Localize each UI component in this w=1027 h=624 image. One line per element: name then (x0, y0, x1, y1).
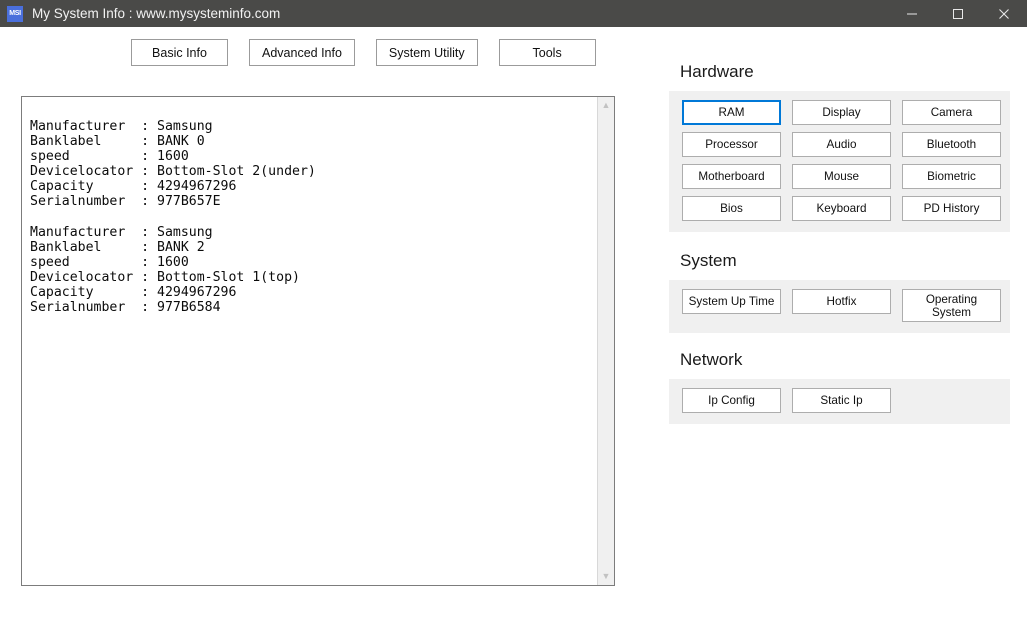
section-system-body: System Up Time Hotfix Operating System (669, 280, 1010, 333)
button-hotfix[interactable]: Hotfix (792, 289, 891, 314)
button-camera[interactable]: Camera (902, 100, 1001, 125)
category-panel: Hardware RAM Display Camera Processor Audio Bl… (669, 62, 1010, 424)
section-hardware-title: Hardware (680, 62, 754, 81)
button-display[interactable]: Display (792, 100, 891, 125)
window-titlebar: MSI My System Info : www.mysysteminfo.co… (0, 0, 1027, 27)
tab-advanced-info[interactable]: Advanced Info (249, 39, 355, 66)
button-bios[interactable]: Bios (682, 196, 781, 221)
button-ip-config[interactable]: Ip Config (682, 388, 781, 413)
tab-system-utility[interactable]: System Utility (375, 39, 478, 66)
maximize-button[interactable] (935, 0, 981, 27)
window-controls (889, 0, 1027, 27)
minimize-button[interactable] (889, 0, 935, 27)
app-icon: MSI (7, 5, 23, 22)
section-hardware-body: RAM Display Camera Processor Audio Bluetooth M… (669, 91, 1010, 232)
button-system-up-time[interactable]: System Up Time (682, 289, 781, 314)
scroll-down-arrow-icon[interactable]: ▼ (598, 568, 615, 585)
close-button[interactable] (981, 0, 1027, 27)
button-keyboard[interactable]: Keyboard (792, 196, 891, 221)
section-system-title: System (680, 251, 737, 270)
info-output-panel: Manufacturer : Samsung Banklabel : BANK … (21, 96, 615, 586)
button-ram[interactable]: RAM (682, 100, 781, 125)
section-network-body: Ip Config Static Ip (669, 379, 1010, 424)
top-navigation-bar: Basic Info Advanced Info System Utility Too… (131, 39, 596, 66)
scrollbar-track[interactable] (598, 114, 614, 568)
button-processor[interactable]: Processor (682, 132, 781, 157)
button-biometric[interactable]: Biometric (902, 164, 1001, 189)
button-pd-history[interactable]: PD History (902, 196, 1001, 221)
output-scrollbar[interactable]: ▲ ▼ (597, 97, 614, 585)
tab-basic-info[interactable]: Basic Info (131, 39, 228, 66)
button-mouse[interactable]: Mouse (792, 164, 891, 189)
button-operating-system[interactable]: Operating System (902, 289, 1001, 322)
button-static-ip[interactable]: Static Ip (792, 388, 891, 413)
window-title: My System Info : www.mysysteminfo.com (32, 6, 281, 21)
tab-tools[interactable]: Tools (498, 39, 596, 66)
button-bluetooth[interactable]: Bluetooth (902, 132, 1001, 157)
button-motherboard[interactable]: Motherboard (682, 164, 781, 189)
section-network-title: Network (680, 350, 743, 369)
info-output-text[interactable]: Manufacturer : Samsung Banklabel : BANK … (22, 97, 597, 585)
scroll-up-arrow-icon[interactable]: ▲ (598, 97, 615, 114)
button-audio[interactable]: Audio (792, 132, 891, 157)
